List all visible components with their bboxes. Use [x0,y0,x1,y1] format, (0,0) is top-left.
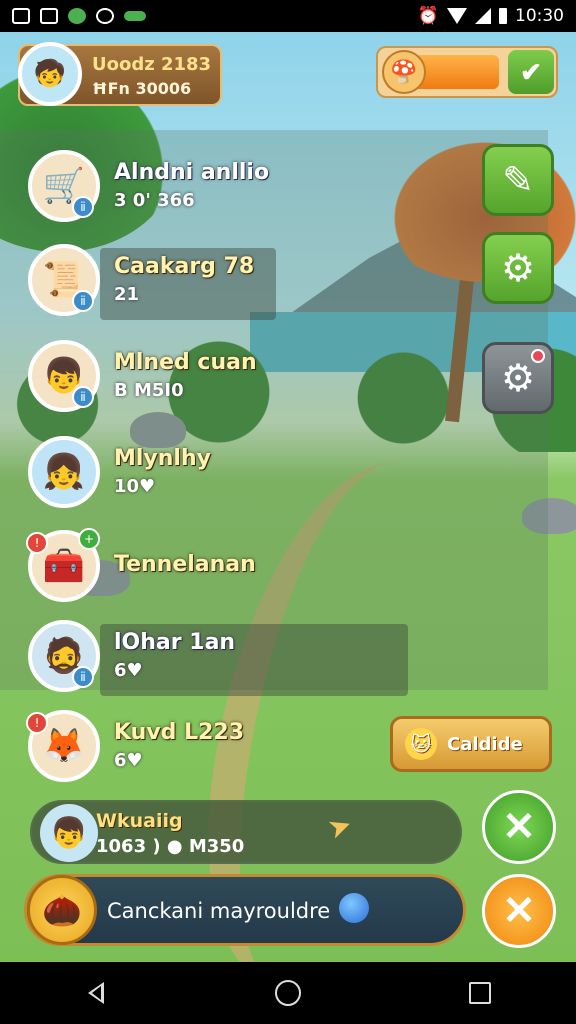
home-button[interactable] [258,968,318,1018]
friend-score: 3 0' 366 [114,190,195,211]
battery-icon [499,8,507,24]
alert-badge-icon: ! [26,712,48,734]
settings-button[interactable]: ⚙ [482,232,554,304]
notification-dot [531,349,545,363]
player-name: Uoodz 2183 [92,54,212,75]
blue-orb-icon [339,893,369,923]
close-green-button[interactable]: ✕ [482,790,556,864]
status-right-icons: ⏰ 10:30 [418,6,564,26]
level-badge-icon: ⅱ [72,290,94,312]
friend-score: B M5I0 [114,380,184,401]
acorn-icon: 🌰 [27,875,97,945]
notification-icon [40,8,58,24]
close-icon: ✕ [502,805,536,849]
close-icon: ✕ [502,889,536,933]
status-bar: ⏰ 10:30 [0,0,576,32]
game-icon [68,8,86,24]
plus-badge-icon: + [78,528,100,550]
wifi-icon [447,8,467,24]
level-badge-icon: ⅱ [72,196,94,218]
friend-name: Mlned cuan [114,350,257,375]
player-avatar-icon: 🧒 [18,42,82,106]
back-button[interactable] [66,968,126,1018]
checkmark-icon: ✔ [520,56,542,87]
player-avatar-icon: 👦 [40,804,98,862]
guide-button[interactable]: 🐱 Caldide [390,716,552,772]
friend-name: Mlynlhy [114,446,211,471]
guide-label: Caldide [447,733,523,755]
home-icon [275,980,301,1006]
alert-badge-icon: ! [26,532,48,554]
mushroom-face-icon: 🍄 [382,50,426,94]
status-left-icons [12,8,146,24]
friend-score: 10♥ [114,476,156,497]
gear-icon: ⚙ [500,247,536,290]
friend-score: 6♥ [114,660,143,681]
signal-icon [475,8,491,24]
level-badge-icon: ⅱ [72,386,94,408]
gallery-icon [12,8,30,24]
pointer-icon: ➤ [323,806,357,847]
edit-button[interactable]: ✎ [482,144,554,216]
friend-name: Alndni anllio [114,160,270,185]
back-icon [88,982,104,1004]
current-player-bar[interactable]: 👦 Wkuaiig 1063 ) ● M350 ➤ [30,800,462,864]
options-button[interactable]: ⚙ [482,342,554,414]
current-player-score: 1063 ) ● M350 [96,836,245,857]
player-score: ĦFn 30006 [92,79,192,98]
alarm-icon: ⏰ [417,6,439,26]
energy-meter: 🍄 ✔ [376,46,558,98]
recent-apps-button[interactable] [450,968,510,1018]
cat-face-icon: 🐱 [405,728,437,760]
gear-icon: ⚙ [500,357,536,400]
current-player-name: Wkuaiig [96,810,183,832]
chat-icon [96,8,114,24]
friend-name: lOhar 1an [114,630,236,655]
confirm-button[interactable]: ✔ [508,50,554,94]
clock: 10:30 [515,6,564,26]
recent-apps-icon [469,982,491,1004]
app-icon [124,11,146,21]
friend-name: Caakarg 78 [114,254,255,279]
action-bar[interactable]: 🌰 Canckani mayrouldre [24,874,466,946]
pencil-icon: ✎ [502,159,534,202]
close-orange-button[interactable]: ✕ [482,874,556,948]
action-text: Canckani mayrouldre [107,899,331,923]
friend-score: 6♥ [114,750,143,771]
friend-name: Kuvd L223 [114,720,245,745]
player-profile[interactable]: 🧒 Uoodz 2183 ĦFn 30006 [18,42,222,106]
girl-avatar-icon: 👧 [28,436,100,508]
level-badge-icon: ⅱ [72,666,94,688]
friend-score: 21 [114,284,140,305]
friend-name: Tennelanan [114,552,256,577]
system-nav-bar [0,962,576,1024]
